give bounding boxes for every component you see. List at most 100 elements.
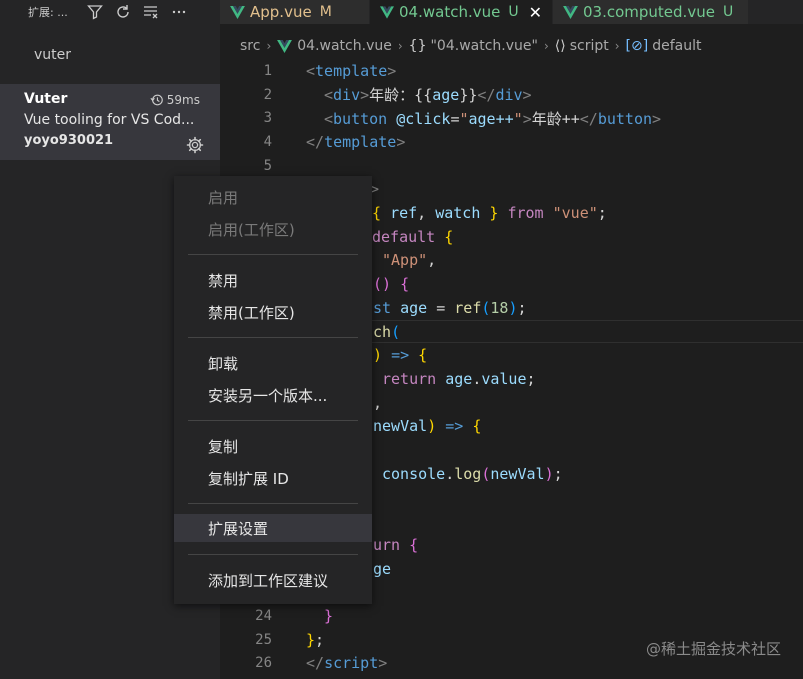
token: {: [372, 204, 382, 223]
line-code: <div>年龄：{{age}}</div>: [324, 84, 532, 105]
menu-item-copy-extension-id[interactable]: 复制扩展 ID: [174, 465, 372, 491]
close-icon[interactable]: ✕: [529, 3, 542, 22]
token: from: [507, 204, 544, 223]
token: default: [372, 227, 436, 246]
menu-item-enable: 启用: [208, 188, 239, 207]
menu-separator: [188, 254, 358, 255]
line-code: st age = ref(18);: [373, 299, 527, 317]
breadcrumb-folder[interactable]: src: [240, 38, 260, 54]
breadcrumb-file[interactable]: 04.watch.vue: [297, 38, 392, 54]
token: {: [472, 417, 482, 436]
extension-search-input[interactable]: vuter: [22, 42, 212, 68]
token: <: [324, 109, 334, 128]
token: newVal: [490, 464, 545, 483]
line-code: ) => {: [373, 346, 427, 364]
refresh-icon[interactable]: [112, 1, 134, 23]
element-icon: ⟨⟩: [554, 38, 566, 54]
line-code: newVal) => {: [373, 417, 481, 435]
activation-time-text: 59ms: [166, 93, 200, 107]
token: ,: [373, 393, 383, 412]
token: ;: [597, 204, 607, 223]
menu-item-disable[interactable]: 禁用: [174, 267, 372, 293]
extension-description: Vue tooling for VS Cod...: [24, 112, 195, 128]
clear-icon[interactable]: [140, 1, 162, 23]
vue-file-icon: [380, 5, 394, 19]
tab-app-vue[interactable]: App.vue M: [220, 0, 370, 24]
tab-04-watch-vue[interactable]: 04.watch.vue U ✕: [370, 0, 553, 24]
token: </: [306, 654, 325, 673]
token: 18: [490, 298, 509, 317]
line-code: { ref, watch } from "vue";: [372, 204, 607, 222]
tab-label: 03.computed.vue: [583, 3, 715, 21]
token: }}: [459, 86, 478, 105]
menu-item-copy[interactable]: 复制: [174, 433, 372, 459]
menu-item-uninstall[interactable]: 卸载: [174, 350, 372, 376]
token: newVal: [373, 417, 428, 436]
token: @click: [396, 109, 451, 128]
sidebar-title: 扩展: ...: [28, 6, 68, 19]
token: (): [373, 275, 392, 294]
more-icon[interactable]: [168, 1, 190, 23]
token: {: [444, 227, 454, 246]
token: ;: [315, 630, 325, 649]
code-line: 4 </template>: [220, 130, 803, 154]
breadcrumb-module[interactable]: "04.watch.vue": [430, 38, 537, 54]
line-code: () {: [373, 275, 409, 293]
token: age: [400, 298, 428, 317]
tab-status-badge: U: [508, 4, 519, 20]
menu-item-add-workspace-recommendation[interactable]: 添加到工作区建议: [174, 567, 372, 593]
token: age: [445, 369, 473, 388]
tab-03-computed-vue[interactable]: 03.computed.vue U: [553, 0, 749, 24]
token: button: [333, 109, 388, 128]
tab-label: 04.watch.vue: [399, 3, 501, 21]
line-code: </script>: [306, 654, 387, 672]
token: value: [481, 369, 527, 388]
token: }: [306, 630, 316, 649]
editor-tabs: App.vue M 04.watch.vue U ✕ 03.computed.v…: [220, 0, 803, 24]
menu-item-disable-workspace[interactable]: 禁用(工作区): [174, 299, 372, 325]
activation-time: 59ms: [150, 93, 200, 107]
menu-separator: [188, 554, 358, 555]
token: {{: [414, 86, 433, 105]
token: 年龄：: [369, 86, 415, 105]
namespace-icon: {}: [408, 38, 427, 54]
tab-status-badge: U: [722, 4, 734, 20]
line-code: console.log(newVal);: [382, 465, 563, 483]
token: ": [513, 109, 523, 128]
line-code: return age.value;: [382, 370, 536, 388]
token: .: [472, 369, 482, 388]
vue-file-icon: [230, 5, 245, 19]
line-code: ge: [373, 560, 391, 578]
extension-list-item[interactable]: Vuter 59ms Vue tooling for VS Cod... yoy…: [0, 84, 220, 160]
line-code: <template>: [306, 62, 396, 80]
token: ": [459, 109, 469, 128]
token: {: [400, 275, 410, 294]
breadcrumb-default[interactable]: default: [652, 38, 701, 54]
menu-item-install-another-version[interactable]: 安装另一个版本...: [174, 382, 372, 408]
tab-label: App.vue: [250, 3, 312, 21]
chevron-right-icon: ›: [614, 39, 620, 53]
menu-separator: [188, 337, 358, 338]
token: "vue": [552, 204, 598, 223]
token: watch: [435, 204, 481, 223]
menu-item-extension-settings[interactable]: 扩展设置: [174, 514, 372, 542]
line-code: urn {: [373, 536, 418, 554]
token: return: [382, 369, 437, 388]
token: </: [306, 132, 325, 151]
filter-icon[interactable]: [84, 1, 106, 23]
code-line: 24 }: [220, 604, 803, 628]
chevron-right-icon: ›: [266, 39, 272, 53]
token: ;: [526, 369, 536, 388]
token: >: [522, 109, 532, 128]
breadcrumb-script[interactable]: script: [570, 38, 609, 54]
line-number: 25: [255, 631, 272, 648]
token: div: [495, 86, 523, 105]
tab-status-badge: M: [319, 4, 332, 20]
token: >: [378, 654, 388, 673]
token: template: [324, 132, 397, 151]
token: button: [597, 109, 653, 128]
token: age: [432, 86, 460, 105]
gear-icon[interactable]: [186, 136, 204, 154]
token: >: [387, 61, 397, 80]
token: {: [409, 535, 419, 554]
